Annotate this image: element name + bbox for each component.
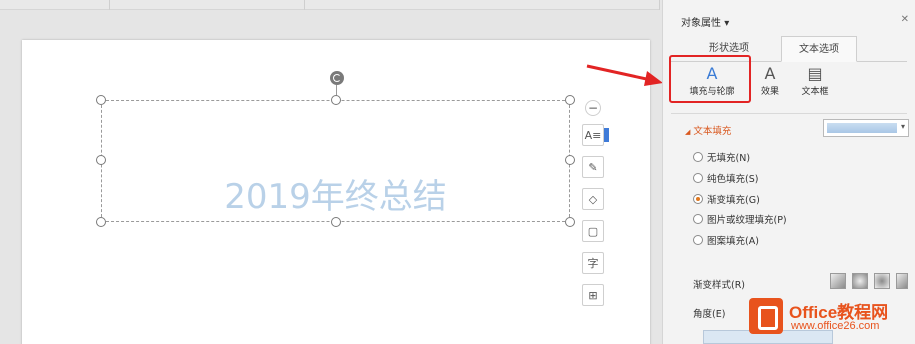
collapse-triangle-icon: ◢ bbox=[685, 128, 691, 136]
resize-handle-top-right[interactable] bbox=[565, 95, 575, 105]
chevron-down-icon: ▾ bbox=[900, 122, 905, 131]
text-layout-button[interactable]: A≡ bbox=[582, 124, 609, 146]
gradient-style-path-button[interactable] bbox=[896, 273, 908, 289]
angle-label: 角度(E) bbox=[693, 309, 726, 320]
shape-style-button[interactable]: ✎ bbox=[582, 156, 604, 178]
expand-tip[interactable] bbox=[604, 128, 609, 142]
chevron-down-icon: ▾ bbox=[724, 18, 730, 29]
highlight-box bbox=[669, 55, 751, 103]
subtab-effects-label: 效果 bbox=[760, 87, 779, 97]
fill-option-gradient[interactable]: 渐变填充(G) bbox=[693, 192, 760, 206]
ruler-segment bbox=[110, 0, 305, 10]
fill-option-none[interactable]: 无填充(N) bbox=[693, 150, 750, 164]
gradient-style-label: 渐变样式(R) bbox=[693, 280, 746, 291]
subtab-text-box[interactable]: ▤ 文本框 bbox=[797, 64, 833, 97]
fill-option-solid[interactable]: 纯色填充(S) bbox=[693, 171, 758, 185]
watermark: Office教程网 www.office26.com bbox=[749, 296, 911, 340]
more-options-button[interactable]: ⊞ bbox=[582, 284, 604, 306]
radio-button-selected[interactable] bbox=[693, 194, 703, 204]
resize-handle-bottom-left[interactable] bbox=[96, 217, 106, 227]
text-fill-section-header[interactable]: ◢ 文本填充 bbox=[685, 123, 731, 137]
watermark-url: www.office26.com bbox=[791, 320, 880, 332]
radio-button[interactable] bbox=[693, 214, 703, 224]
text-effect-icon: A bbox=[764, 64, 776, 83]
brush-icon: ✎ bbox=[588, 160, 598, 174]
divider bbox=[671, 113, 907, 114]
collapse-toolbar-button[interactable]: − bbox=[585, 100, 601, 116]
fill-button[interactable]: ◇ bbox=[582, 188, 604, 210]
text-layout-icon: A≡ bbox=[584, 128, 602, 142]
gradient-style-linear-button[interactable] bbox=[830, 273, 846, 289]
gradient-style-radial-button[interactable] bbox=[852, 273, 868, 289]
radio-button[interactable] bbox=[693, 235, 703, 245]
panel-title-label: 对象属性 bbox=[681, 18, 721, 29]
outline-button[interactable]: ▢ bbox=[582, 220, 604, 242]
resize-handle-bottom-right[interactable] bbox=[565, 217, 575, 227]
outline-icon: ▢ bbox=[587, 224, 599, 238]
ruler-strip bbox=[0, 0, 660, 10]
fill-color-dropdown[interactable]: ▾ bbox=[823, 119, 909, 137]
gradient-swatch bbox=[827, 123, 897, 133]
text-box-icon: ▤ bbox=[807, 64, 823, 83]
wordart-textbox[interactable]: 2019年终总结 bbox=[101, 100, 570, 222]
close-icon[interactable]: ✕ bbox=[901, 14, 909, 25]
fill-option-label: 图案填充(A) bbox=[707, 236, 759, 247]
rotate-handle[interactable] bbox=[330, 71, 344, 85]
fill-option-label: 图片或纹理填充(P) bbox=[707, 215, 787, 226]
fill-option-label: 纯色填充(S) bbox=[707, 174, 759, 185]
fill-option-label: 渐变填充(G) bbox=[707, 195, 760, 206]
subtab-effects[interactable]: A 效果 bbox=[755, 64, 785, 97]
resize-handle-left[interactable] bbox=[96, 155, 106, 165]
radio-button[interactable] bbox=[693, 173, 703, 183]
ruler-segment bbox=[305, 0, 660, 10]
office-logo-icon bbox=[749, 298, 783, 334]
font-button[interactable]: 字 bbox=[582, 252, 604, 274]
fill-bucket-icon: ◇ bbox=[588, 192, 598, 206]
wordart-text[interactable]: 2019年终总结 bbox=[102, 169, 569, 218]
radio-button[interactable] bbox=[693, 152, 703, 162]
resize-handle-top[interactable] bbox=[331, 95, 341, 105]
annotation-arrow-icon bbox=[586, 64, 663, 86]
fill-option-picture-texture[interactable]: 图片或纹理填充(P) bbox=[693, 212, 787, 226]
panel-title[interactable]: 对象属性 ▾ bbox=[681, 14, 729, 29]
resize-handle-right[interactable] bbox=[565, 155, 575, 165]
subtab-text-box-label: 文本框 bbox=[801, 87, 829, 97]
gradient-style-rect-button[interactable] bbox=[874, 273, 890, 289]
font-icon: 字 bbox=[587, 257, 599, 270]
fill-option-pattern[interactable]: 图案填充(A) bbox=[693, 233, 759, 247]
resize-handle-top-left[interactable] bbox=[96, 95, 106, 105]
tab-text-options[interactable]: 文本选项 bbox=[781, 36, 857, 62]
layout-grid-icon: ⊞ bbox=[588, 288, 598, 302]
fill-option-label: 无填充(N) bbox=[707, 153, 751, 164]
object-properties-panel: 对象属性 ▾ ✕ 形状选项 文本选项 A 填充与轮廓 A 效果 ▤ 文本框 ◢ … bbox=[662, 0, 915, 344]
ruler-segment bbox=[0, 0, 110, 10]
text-fill-section-title: 文本填充 bbox=[693, 126, 732, 137]
resize-handle-bottom[interactable] bbox=[331, 217, 341, 227]
